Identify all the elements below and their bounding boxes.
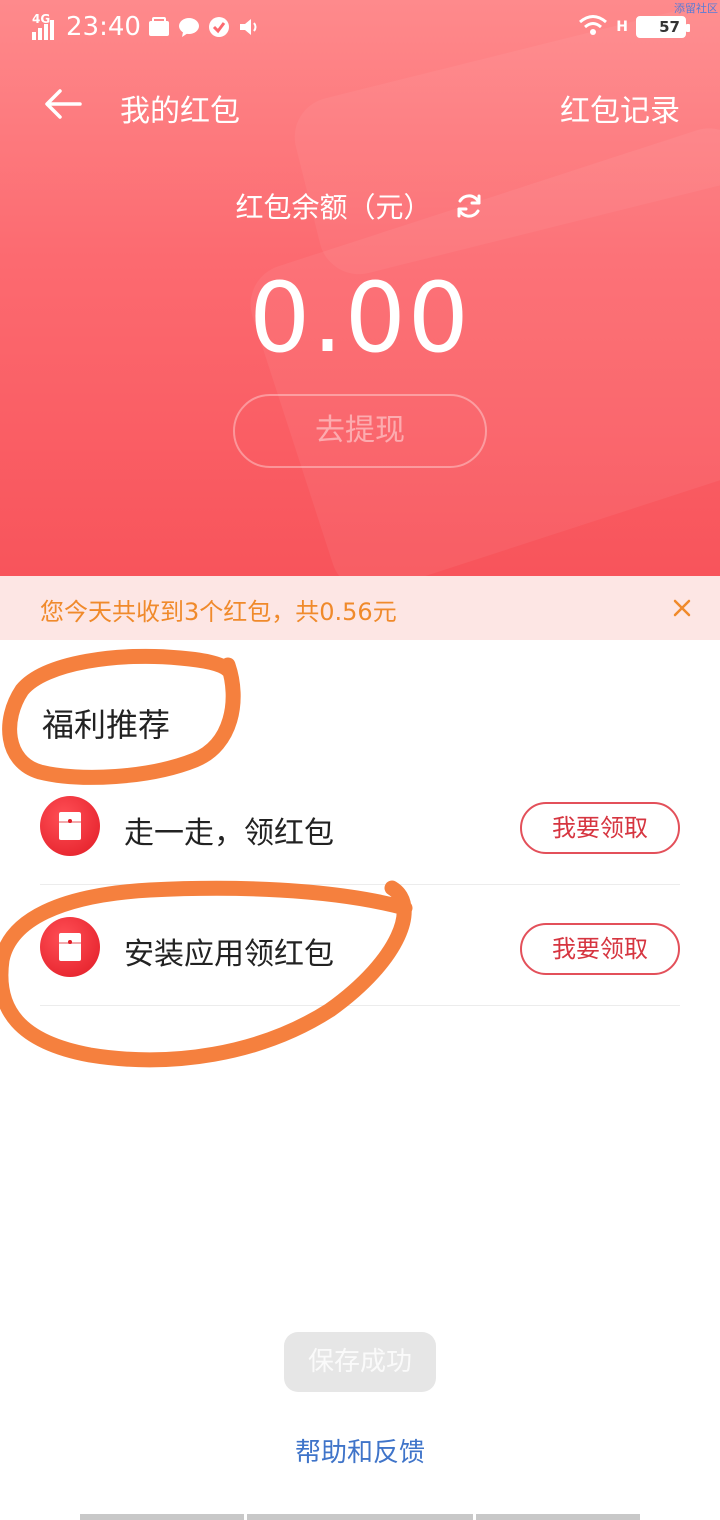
status-bar: 4G 23:40 H 57 添留社区 [0,0,720,56]
signal-icon: 4G [32,12,62,40]
list-item[interactable]: 安装应用领红包 我要领取 [40,885,680,1005]
list-item-label: 安装应用领红包 [124,937,334,972]
help-feedback-link[interactable]: 帮助和反馈 [0,1432,720,1469]
back-arrow-icon [45,89,82,119]
nav-bar-segment [247,1514,473,1520]
list-item[interactable]: 走一走，领红包 我要领取 [40,764,680,884]
balance-label-row: 红包余额（元） [0,186,720,226]
record-link[interactable]: 红包记录 [560,86,680,130]
status-right: H 57 [578,14,690,40]
battery-level: 57 [659,18,680,36]
claim-button[interactable]: 我要领取 [520,923,680,975]
withdraw-button[interactable]: 去提现 [233,394,487,468]
hd-icon: H [616,19,628,35]
balance-label: 红包余额（元） [235,191,432,224]
wifi-icon [578,14,608,40]
page-title: 我的红包 [120,94,240,129]
claim-button[interactable]: 我要领取 [520,802,680,854]
back-button[interactable] [42,82,86,126]
balance-amount: 0.00 [249,262,471,374]
list-item-label: 走一走，领红包 [124,816,334,851]
status-time: 23:40 [66,12,141,42]
nav-bar-segment [476,1514,640,1520]
notice-text: 您今天共收到3个红包，共0.56元 [40,598,397,626]
toast: 保存成功 [284,1332,436,1392]
speaker-icon [238,16,260,38]
watermark: 添留社区 [674,2,718,15]
chat-icon [178,16,200,38]
check-circle-icon [208,16,230,38]
close-icon[interactable] [668,594,696,622]
refresh-icon[interactable] [454,191,484,221]
screen: 4G 23:40 H 57 添留社区 我的红包 红包记录 红包余额（元） 0.0… [0,0,720,1520]
divider [40,1005,680,1006]
red-envelope-icon [40,796,100,856]
section-title: 福利推荐 [42,706,171,744]
notification-icons [148,16,260,38]
nav-bar-segment [80,1514,244,1520]
balance-header: 4G 23:40 H 57 添留社区 我的红包 红包记录 红包余额（元） 0.0… [0,0,720,576]
notice-bar: 您今天共收到3个红包，共0.56元 [0,576,720,640]
wallet-icon [148,16,170,38]
red-envelope-icon [40,917,100,977]
battery-icon: 57 [636,16,690,38]
